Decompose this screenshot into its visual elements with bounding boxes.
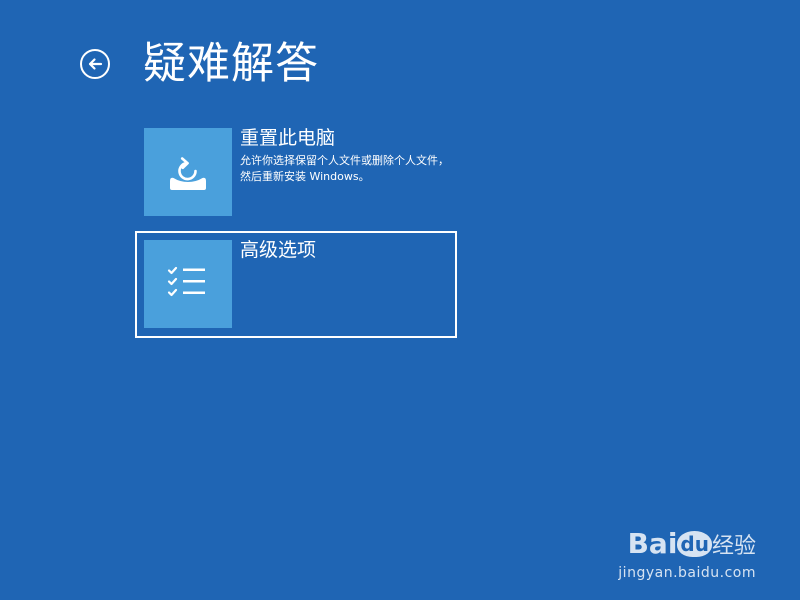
advanced-options-tile bbox=[144, 240, 232, 328]
reset-pc-icon bbox=[170, 157, 206, 190]
checklist-icon bbox=[167, 266, 205, 297]
watermark-url: jingyan.baidu.com bbox=[618, 565, 756, 581]
reset-pc-tile bbox=[144, 128, 232, 216]
back-arrow-icon bbox=[88, 58, 103, 70]
baidu-logo: Bai du 经验 bbox=[627, 527, 756, 560]
advanced-options-title: 高级选项 bbox=[240, 239, 317, 261]
reset-pc-title: 重置此电脑 bbox=[240, 127, 336, 149]
reset-pc-description: 允许你选择保留个人文件或删除个人文件，然后重新安装 Windows。 bbox=[240, 154, 449, 183]
page-title: 疑难解答 bbox=[143, 39, 319, 89]
reset-pc-option[interactable]: 重置此电脑 允许你选择保留个人文件或删除个人文件，然后重新安装 Windows。 bbox=[135, 119, 457, 226]
watermark: Bai du 经验 jingyan.baidu.com bbox=[606, 527, 756, 582]
advanced-options-option[interactable]: 高级选项 bbox=[135, 231, 457, 338]
paw-icon: du bbox=[677, 531, 712, 557]
back-button[interactable] bbox=[80, 49, 110, 79]
